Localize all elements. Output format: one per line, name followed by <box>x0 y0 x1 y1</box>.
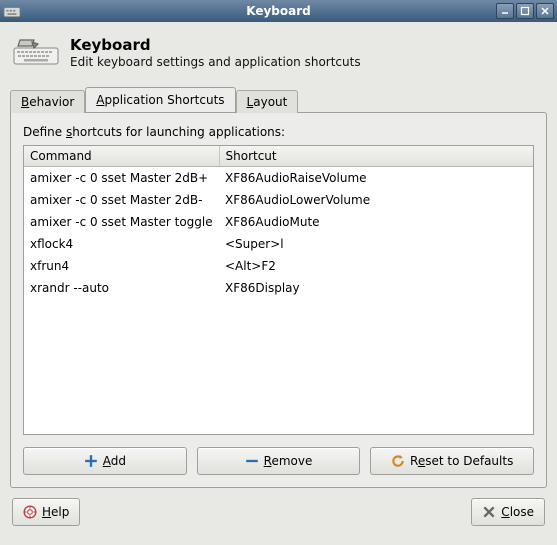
minimize-button[interactable] <box>496 3 514 19</box>
tab-bar: Behavior Application Shortcuts Layout <box>10 87 547 112</box>
dialog-header: Keyboard Edit keyboard settings and appl… <box>10 32 547 73</box>
close-dialog-button[interactable]: Close <box>471 498 545 526</box>
table-row[interactable]: xrandr --autoXF86Display <box>24 277 533 299</box>
cell-command: xflock4 <box>24 233 219 255</box>
add-button[interactable]: Add <box>23 447 187 475</box>
cell-shortcut: <Super>l <box>219 233 533 255</box>
tab-behavior[interactable]: Behavior <box>10 90 85 113</box>
cell-command: amixer -c 0 sset Master toggle <box>24 211 219 233</box>
cell-shortcut: <Alt>F2 <box>219 255 533 277</box>
maximize-button[interactable] <box>516 3 534 19</box>
shortcuts-table[interactable]: Command Shortcut amixer -c 0 sset Master… <box>23 145 534 435</box>
plus-icon <box>84 454 98 468</box>
table-row[interactable]: xflock4<Super>l <box>24 233 533 255</box>
refresh-icon <box>391 454 405 468</box>
titlebar[interactable]: Keyboard <box>0 0 557 22</box>
close-button[interactable] <box>536 3 554 19</box>
table-header-row: Command Shortcut <box>24 146 533 167</box>
define-label: Define shortcuts for launching applicati… <box>23 125 534 139</box>
cell-command: amixer -c 0 sset Master 2dB+ <box>24 167 219 190</box>
cell-command: xfrun4 <box>24 255 219 277</box>
table-row[interactable]: amixer -c 0 sset Master 2dB+XF86AudioRai… <box>24 167 533 190</box>
keyboard-icon <box>12 38 60 66</box>
table-row[interactable]: amixer -c 0 sset Master toggleXF86AudioM… <box>24 211 533 233</box>
reset-button[interactable]: Reset to Defaults <box>370 447 534 475</box>
dialog-title: Keyboard <box>70 36 361 54</box>
tab-panel: Define shortcuts for launching applicati… <box>10 112 547 488</box>
help-button[interactable]: Help <box>12 498 80 526</box>
cell-command: xrandr --auto <box>24 277 219 299</box>
help-icon <box>23 505 37 519</box>
cell-shortcut: XF86AudioRaiseVolume <box>219 167 533 190</box>
remove-button[interactable]: Remove <box>197 447 361 475</box>
minus-icon <box>245 454 259 468</box>
table-row[interactable]: amixer -c 0 sset Master 2dB-XF86AudioLow… <box>24 189 533 211</box>
dialog-subtitle: Edit keyboard settings and application s… <box>70 55 361 69</box>
cell-shortcut: XF86Display <box>219 277 533 299</box>
close-icon <box>482 505 496 519</box>
window-title: Keyboard <box>0 4 557 18</box>
tab-layout[interactable]: Layout <box>236 90 299 113</box>
table-row[interactable]: xfrun4<Alt>F2 <box>24 255 533 277</box>
col-shortcut[interactable]: Shortcut <box>219 146 533 167</box>
cell-shortcut: XF86AudioMute <box>219 211 533 233</box>
tab-application-shortcuts[interactable]: Application Shortcuts <box>85 87 235 112</box>
col-command[interactable]: Command <box>24 146 219 167</box>
cell-shortcut: XF86AudioLowerVolume <box>219 189 533 211</box>
app-icon <box>3 2 21 20</box>
cell-command: amixer -c 0 sset Master 2dB- <box>24 189 219 211</box>
